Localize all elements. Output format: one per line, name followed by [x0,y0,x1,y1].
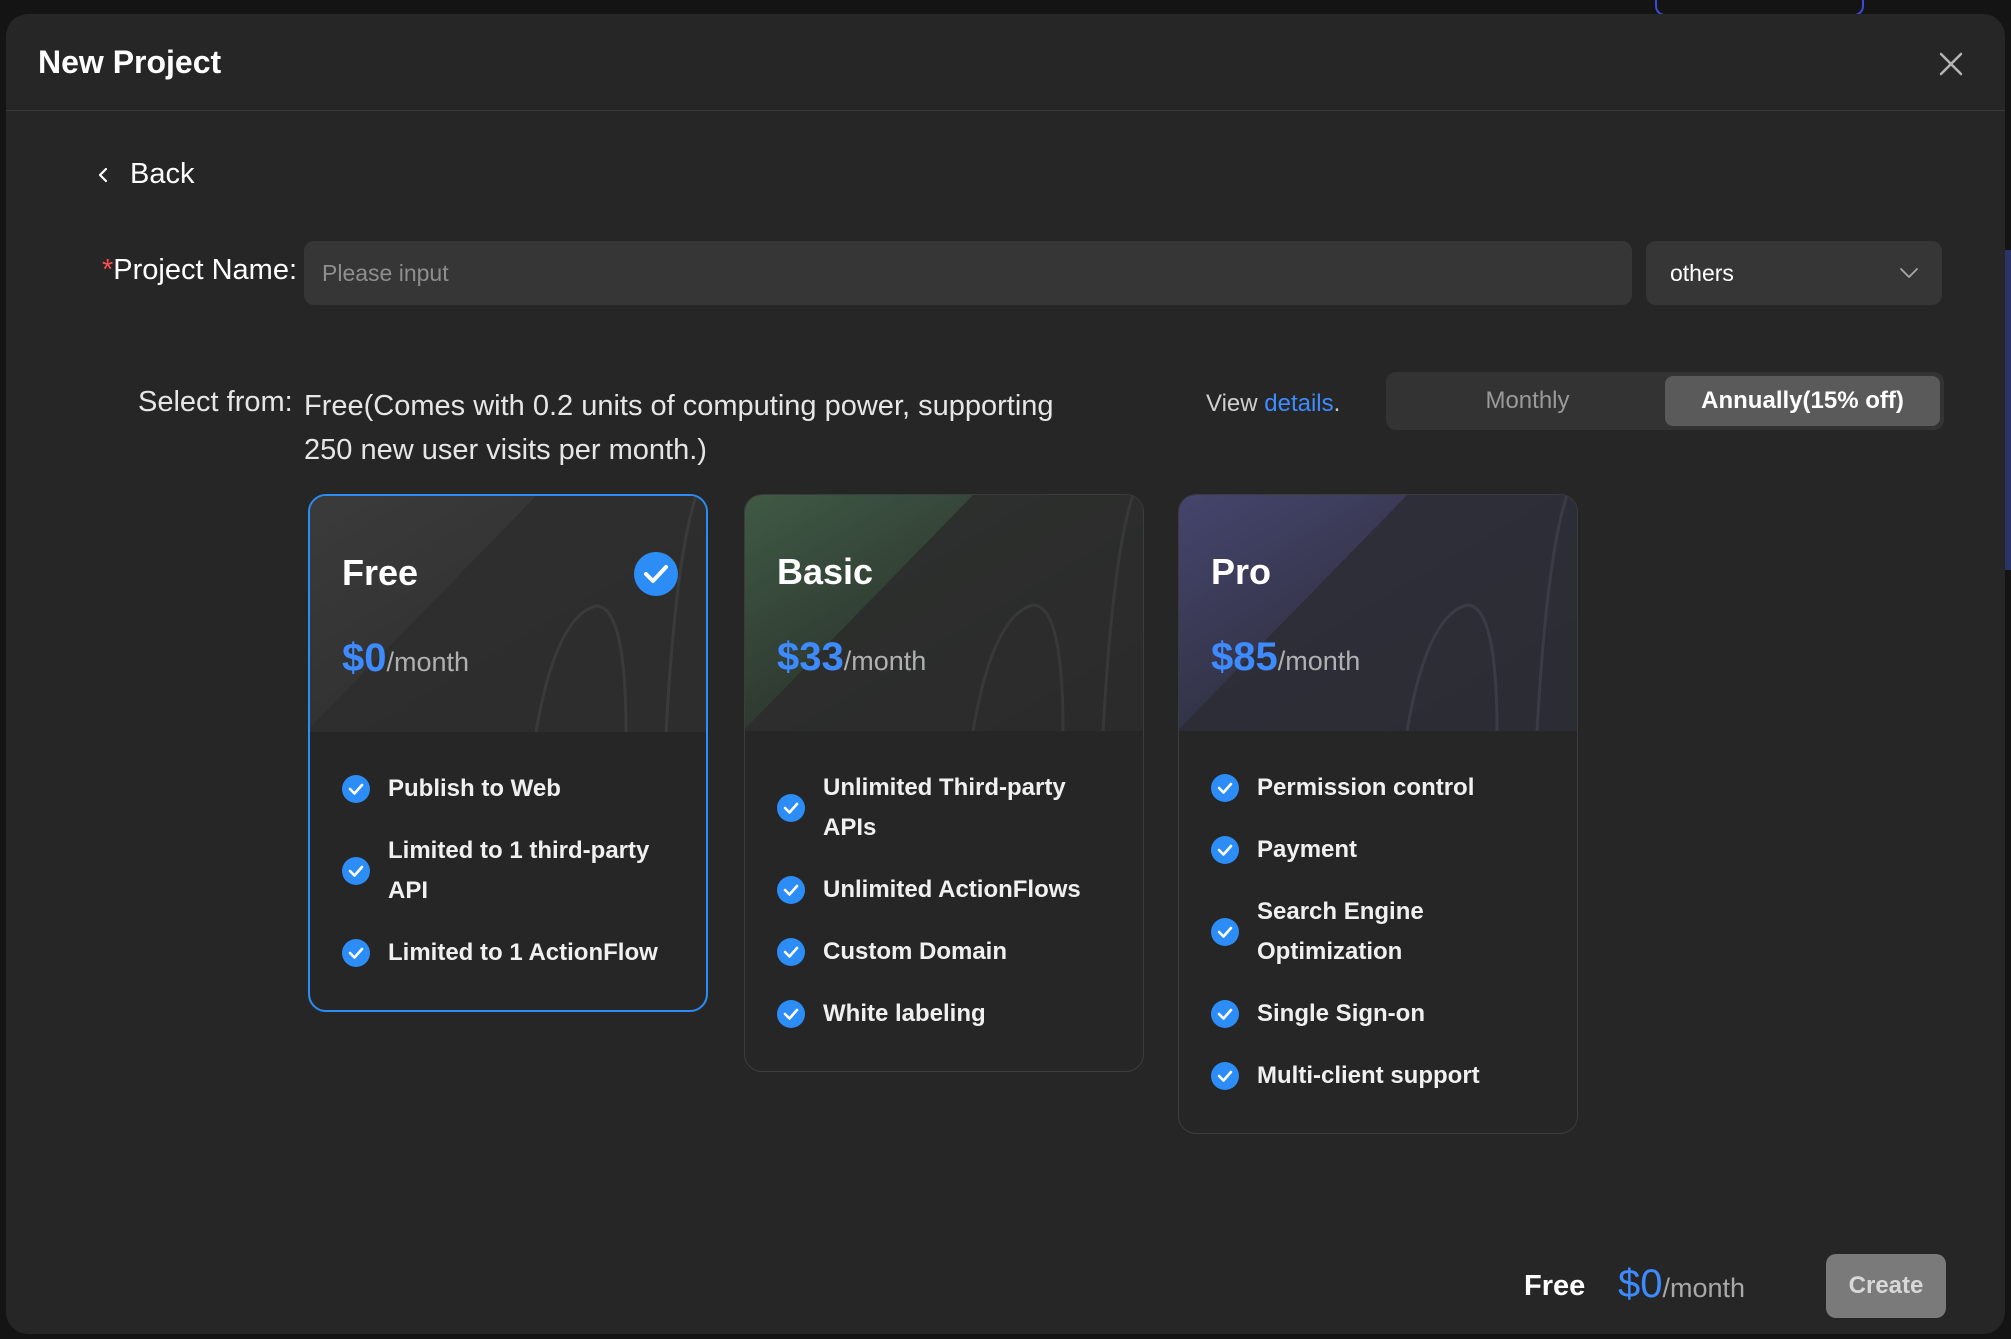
plan-card-free[interactable]: Free $0/month Publish to Web Limited to … [308,494,708,1012]
plan-description: Free(Comes with 0.2 units of computing p… [304,390,1054,466]
selected-check-icon [634,552,678,596]
price-amount: $85 [1211,635,1278,679]
feature-item: Unlimited ActionFlows [777,859,1119,921]
billing-annually-option[interactable]: Annually(15% off) [1665,376,1940,426]
feature-label: Search Engine Optimization [1257,898,1424,965]
plan-price: $0/month [342,636,469,681]
project-name-label: *Project Name: [102,254,297,287]
details-link[interactable]: details [1264,390,1333,417]
back-button[interactable]: Back [94,158,194,191]
check-circle-icon [1211,1000,1239,1028]
price-period: /month [386,647,470,677]
back-label: Back [130,158,195,190]
plan-name: Basic [777,551,874,592]
plan-card-header: Free $0/month [310,496,706,732]
card-background-decoration [745,495,1143,731]
feature-item: Search Engine Optimization [1211,881,1553,983]
view-suffix: . [1333,390,1341,417]
feature-item: Multi-client support [1211,1045,1553,1107]
view-prefix: View [1206,390,1265,417]
feature-label: Custom Domain [823,938,1008,965]
close-icon [1939,52,1963,76]
feature-item: Limited to 1 third-party API [342,820,682,922]
feature-label: Unlimited ActionFlows [823,876,1081,903]
feature-item: Permission control [1211,757,1553,819]
footer-price-period: /month [1662,1273,1746,1303]
feature-label: Payment [1257,836,1358,863]
category-select-value: others [1670,259,1734,286]
feature-list: Publish to Web Limited to 1 third-party … [310,732,706,1010]
feature-item: Unlimited Third-party APIs [777,757,1119,859]
feature-item: Custom Domain [777,921,1119,983]
required-mark: * [102,254,114,286]
plan-card-basic[interactable]: Basic $33/month Unlimited Third-party AP… [744,494,1144,1072]
feature-label: Limited to 1 third-party API [388,837,650,904]
check-circle-icon [777,938,805,966]
feature-list: Unlimited Third-party APIs Unlimited Act… [745,731,1143,1071]
project-name-label-text: Project Name: [113,254,298,286]
feature-label: Permission control [1257,774,1475,801]
plan-name: Free [342,552,419,593]
feature-label: Multi-client support [1257,1062,1480,1089]
check-circle-icon [342,775,370,803]
price-period: /month [843,646,927,676]
check-circle-icon [342,857,370,885]
feature-list: Permission control Payment Search Engine… [1179,731,1577,1133]
feature-item: White labeling [777,983,1119,1045]
price-amount: $0 [342,636,387,680]
check-circle-icon [342,939,370,967]
check-circle-icon [1211,918,1239,946]
feature-label: White labeling [823,1000,986,1027]
footer-price: $0/month [1618,1262,1745,1307]
feature-label: Limited to 1 ActionFlow [388,939,658,966]
check-circle-icon [1211,836,1239,864]
feature-item: Limited to 1 ActionFlow [342,922,682,984]
footer-plan-name: Free [1524,1270,1586,1302]
feature-label: Publish to Web [388,775,561,802]
modal-header: New Project [6,14,2005,111]
billing-monthly-option[interactable]: Monthly [1390,376,1665,426]
plan-price: $33/month [777,635,926,680]
close-button[interactable] [1931,44,1971,84]
feature-label: Single Sign-on [1257,1000,1425,1027]
project-name-input[interactable] [304,241,1632,305]
footer-price-amount: $0 [1618,1262,1663,1306]
feature-item: Payment [1211,819,1553,881]
select-from-label: Select from: [138,386,293,418]
view-details: View details. [1206,390,1340,418]
check-circle-icon [1211,1062,1239,1090]
modal-title: New Project [38,44,222,80]
feature-item: Publish to Web [342,758,682,820]
price-period: /month [1277,646,1361,676]
card-background-decoration [310,496,706,732]
card-background-decoration [1179,495,1577,731]
category-select[interactable]: others [1646,241,1942,305]
feature-label: Unlimited Third-party APIs [823,774,1066,841]
plan-name: Pro [1211,551,1272,592]
billing-period-toggle: Monthly Annually(15% off) [1386,372,1944,430]
chevron-left-icon [98,167,108,182]
plan-card-header: Basic $33/month [745,495,1143,731]
plan-card-header: Pro $85/month [1179,495,1577,731]
create-button[interactable]: Create [1826,1254,1946,1318]
check-circle-icon [1211,774,1239,802]
new-project-modal: New Project Back *Project Name: others S… [6,14,2005,1334]
plan-card-pro[interactable]: Pro $85/month Permission control Payment… [1178,494,1578,1134]
plan-price: $85/month [1211,635,1360,680]
check-circle-icon [777,876,805,904]
chevron-down-icon [1900,268,1918,278]
check-circle-icon [777,1000,805,1028]
check-circle-icon [777,794,805,822]
price-amount: $33 [777,635,844,679]
feature-item: Single Sign-on [1211,983,1553,1045]
